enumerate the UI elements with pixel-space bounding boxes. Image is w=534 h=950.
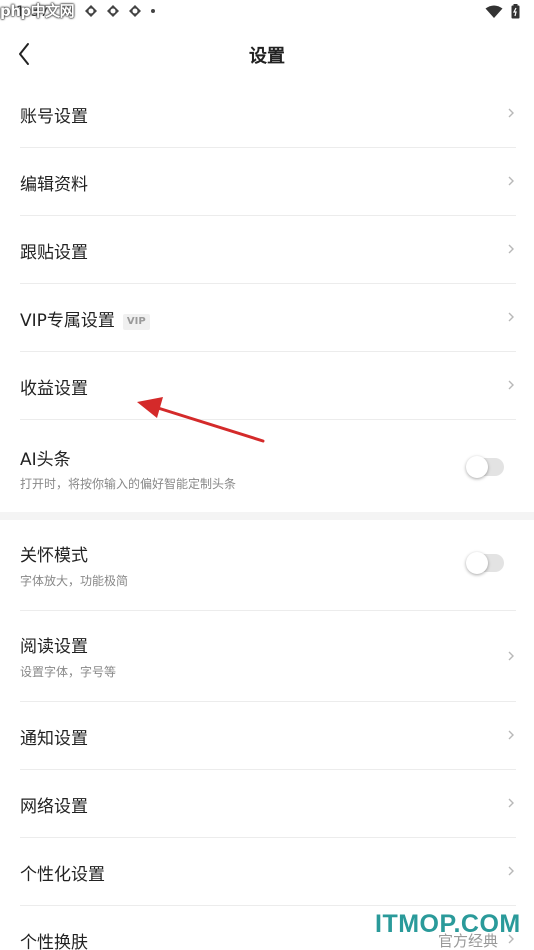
app-notification-icon [129, 5, 141, 17]
settings-item-label: 编辑资料 [20, 175, 88, 195]
more-notifications-dot-icon [151, 9, 155, 13]
status-notification-icons [84, 4, 156, 18]
settings-item-label: 账号设置 [20, 107, 88, 127]
settings-item-ai-headline: AI头条 打开时，将按你输入的偏好智能定制头条 [20, 420, 516, 511]
chevron-right-icon [508, 176, 514, 186]
chevron-right-icon [508, 730, 514, 740]
settings-item-label: 个性换肤 [20, 933, 88, 950]
settings-item-label: 网络设置 [20, 797, 88, 817]
chevron-right-icon [508, 651, 514, 661]
settings-item-account[interactable]: 账号设置 [20, 80, 516, 148]
settings-item-personalization[interactable]: 个性化设置 [20, 838, 516, 906]
settings-item-label: VIP专属设置 VIP [20, 306, 150, 331]
settings-item-label: 关怀模式 [20, 546, 88, 566]
settings-item-care-mode: 关怀模式 字体放大，功能极简 [20, 520, 516, 611]
status-bar: 1:37 php中文网 [0, 0, 534, 28]
chevron-right-icon [508, 244, 514, 254]
settings-item-label: AI头条 [20, 450, 71, 470]
vip-badge: VIP [122, 314, 150, 330]
app-notification-icon [107, 5, 119, 17]
settings-item-comment[interactable]: 跟贴设置 [20, 216, 516, 284]
settings-item-network[interactable]: 网络设置 [20, 770, 516, 838]
ai-headline-toggle[interactable] [466, 456, 504, 478]
settings-item-edit-profile[interactable]: 编辑资料 [20, 148, 516, 216]
nav-bar: 设置 [0, 28, 534, 80]
chevron-right-icon [508, 798, 514, 808]
settings-item-vip[interactable]: VIP专属设置 VIP [20, 284, 516, 352]
care-mode-toggle[interactable] [466, 552, 504, 574]
app-notification-icon [85, 5, 97, 17]
section-divider [0, 512, 534, 520]
chevron-right-icon [508, 866, 514, 876]
settings-item-label: 跟贴设置 [20, 243, 88, 263]
battery-icon [511, 4, 520, 19]
chevron-right-icon [508, 312, 514, 322]
settings-item-label: 通知设置 [20, 729, 88, 749]
settings-item-label: 阅读设置 [20, 637, 88, 657]
watermark-itmop-logo: ITMOP.COM [375, 910, 521, 938]
toggle-knob [466, 552, 488, 574]
settings-item-subtitle: 设置字体，字号等 [20, 665, 117, 679]
watermark-php-logo: php中文网 [0, 2, 75, 20]
settings-item-subtitle: 字体放大，功能极简 [20, 574, 129, 588]
settings-item-reading[interactable]: 阅读设置 设置字体，字号等 [20, 611, 516, 702]
settings-group-general: 关怀模式 字体放大，功能极简 阅读设置 设置字体，字号等 通知设置 网络设置 个… [0, 520, 534, 950]
chevron-right-icon [508, 108, 514, 118]
settings-item-earnings[interactable]: 收益设置 [20, 352, 516, 420]
settings-item-label: 个性化设置 [20, 865, 105, 885]
wifi-icon [485, 5, 503, 18]
chevron-right-icon [508, 380, 514, 390]
page-title: 设置 [249, 46, 285, 67]
settings-item-notifications[interactable]: 通知设置 [20, 702, 516, 770]
status-system-icons [485, 4, 520, 19]
settings-item-label: 收益设置 [20, 379, 88, 399]
settings-item-subtitle: 打开时，将按你输入的偏好智能定制头条 [20, 477, 237, 491]
settings-group-account: 账号设置 编辑资料 跟贴设置 VIP专属设置 VIP 收益设置 AI头条 打开时，… [0, 80, 534, 511]
toggle-knob [466, 456, 488, 478]
settings-item-vip-label: VIP专属设置 [20, 311, 115, 331]
